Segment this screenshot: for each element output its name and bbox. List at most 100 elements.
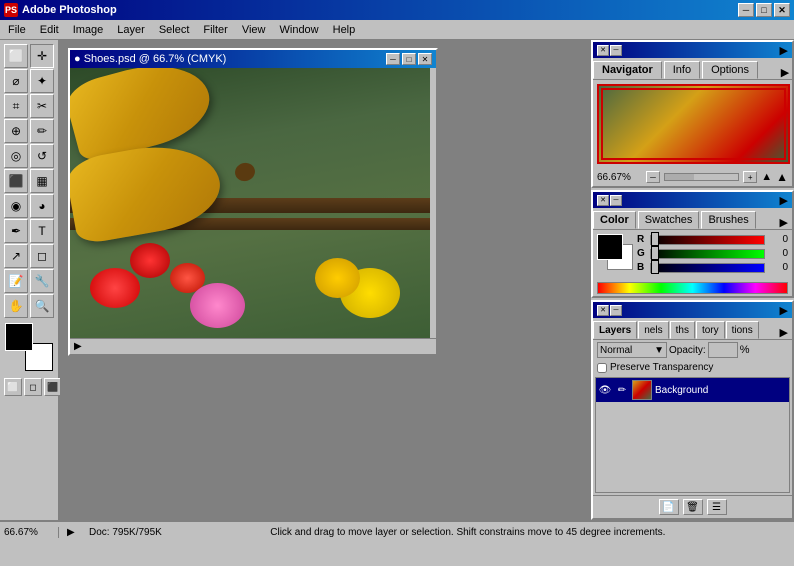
g-slider-fill xyxy=(651,250,764,258)
navigator-panel-expand[interactable]: ▶ xyxy=(780,44,788,57)
image-close-button[interactable]: ✕ xyxy=(418,53,432,65)
menu-image[interactable]: Image xyxy=(67,22,110,38)
color-tab-arrow[interactable]: ▶ xyxy=(780,216,792,229)
menu-edit[interactable]: Edit xyxy=(34,22,65,38)
hand-tool[interactable]: ✋ xyxy=(4,294,28,318)
fullscreen-with-menu[interactable]: ◻ xyxy=(24,378,42,396)
maximize-button[interactable]: □ xyxy=(756,3,772,17)
layer-brush-icon[interactable]: ✏ xyxy=(615,383,629,397)
tab-actions[interactable]: tions xyxy=(726,321,759,339)
menu-file[interactable]: File xyxy=(2,22,32,38)
layers-list: 👁 ✏ Background xyxy=(595,377,790,493)
blend-mode-dropdown[interactable]: Normal ▼ xyxy=(597,342,667,358)
navigator-panel-minimize[interactable]: ─ xyxy=(610,45,622,56)
dodge-tool[interactable]: ◕ xyxy=(30,194,54,218)
green-slider-row: G 0 xyxy=(637,248,788,259)
r-slider-thumb[interactable] xyxy=(651,232,659,246)
menu-layer[interactable]: Layer xyxy=(111,22,151,38)
standard-screen-mode[interactable]: ⬜ xyxy=(4,378,22,396)
minimize-button[interactable]: ─ xyxy=(738,3,754,17)
move-tool[interactable]: ✛ xyxy=(30,44,54,68)
color-fg-swatch[interactable] xyxy=(597,234,623,260)
g-slider-thumb[interactable] xyxy=(651,246,659,260)
eraser-tool[interactable]: ⬛ xyxy=(4,169,28,193)
image-minimize-button[interactable]: ─ xyxy=(386,53,400,65)
notes-tool[interactable]: 📝 xyxy=(4,269,28,293)
healing-tool[interactable]: ⊕ xyxy=(4,119,28,143)
image-controls: ─ □ ✕ xyxy=(386,53,432,65)
history-tool[interactable]: ↺ xyxy=(30,144,54,168)
b-slider-fill xyxy=(651,264,764,272)
lasso-tool[interactable]: ⌀ xyxy=(4,69,28,93)
image-window: ● Shoes.psd @ 66.7% (CMYK) ─ □ ✕ xyxy=(68,48,438,356)
close-button[interactable]: ✕ xyxy=(774,3,790,17)
magic-wand-tool[interactable]: ✦ xyxy=(30,69,54,93)
tab-brushes[interactable]: Brushes xyxy=(701,211,755,229)
preserve-transparency-checkbox[interactable] xyxy=(597,363,607,373)
image-maximize-button[interactable]: □ xyxy=(402,53,416,65)
layers-tab-arrow[interactable]: ▶ xyxy=(780,326,792,339)
tab-options[interactable]: Options xyxy=(702,61,758,79)
navigator-panel-controls: ✕ ─ xyxy=(597,45,622,56)
tab-color[interactable]: Color xyxy=(593,211,636,229)
navigator-tab-arrow[interactable]: ▶ xyxy=(778,65,792,79)
menu-window[interactable]: Window xyxy=(274,22,325,38)
menu-bar: File Edit Image Layer Select Filter View… xyxy=(0,20,794,40)
tab-navigator[interactable]: Navigator xyxy=(593,61,662,79)
eyedropper-tool[interactable]: 🔧 xyxy=(30,269,54,293)
opacity-input[interactable] xyxy=(708,342,738,358)
zoom-in-button[interactable]: + xyxy=(743,171,757,183)
tab-info[interactable]: Info xyxy=(664,61,700,79)
text-tool[interactable]: T xyxy=(30,219,54,243)
slice-tool[interactable]: ✂ xyxy=(30,94,54,118)
layer-row-background[interactable]: 👁 ✏ Background xyxy=(596,378,789,402)
tool-row-6: ⬛ ▦ xyxy=(4,169,54,193)
layers-panel-minimize[interactable]: ─ xyxy=(610,305,622,316)
blur-tool[interactable]: ◉ xyxy=(4,194,28,218)
delete-layer-button[interactable]: 🗑 xyxy=(683,499,703,515)
add-layer-button[interactable]: 📄 xyxy=(659,499,679,515)
zoom-slider[interactable] xyxy=(664,173,739,181)
tool-row-4: ⊕ ✏ xyxy=(4,119,54,143)
menu-view[interactable]: View xyxy=(236,22,272,38)
g-slider-track[interactable] xyxy=(650,249,765,259)
status-arrow-button[interactable]: ▶ xyxy=(67,527,81,538)
gradient-tool[interactable]: ▦ xyxy=(30,169,54,193)
tab-history[interactable]: tory xyxy=(696,321,725,339)
flower-red-2 xyxy=(130,243,170,278)
flower-yellow-2 xyxy=(315,258,360,298)
color-panel-expand[interactable]: ▶ xyxy=(780,194,788,207)
b-slider-track[interactable] xyxy=(650,263,765,273)
tab-layers[interactable]: Layers xyxy=(593,321,637,339)
zoom-out-button[interactable]: ─ xyxy=(646,171,660,183)
shape-tool[interactable]: ◻ xyxy=(30,244,54,268)
layers-panel-expand[interactable]: ▶ xyxy=(780,304,788,317)
color-panel-minimize[interactable]: ─ xyxy=(610,195,622,206)
brush-tool[interactable]: ✏ xyxy=(30,119,54,143)
foreground-color-swatch[interactable] xyxy=(5,323,33,351)
spectrum-bar[interactable] xyxy=(597,282,788,294)
clone-tool[interactable]: ◎ xyxy=(4,144,28,168)
r-slider-track[interactable] xyxy=(650,235,765,245)
crop-tool[interactable]: ⌗ xyxy=(4,94,28,118)
app-icon: PS xyxy=(4,3,18,17)
menu-select[interactable]: Select xyxy=(153,22,196,38)
layers-options: Normal ▼ Opacity: % xyxy=(593,340,792,360)
tab-swatches[interactable]: Swatches xyxy=(638,211,700,229)
tab-paths[interactable]: ths xyxy=(670,321,695,339)
navigator-panel-close[interactable]: ✕ xyxy=(597,45,609,56)
layer-options-button[interactable]: ☰ xyxy=(707,499,727,515)
status-zoom: 66.67% xyxy=(4,527,59,538)
b-slider-thumb[interactable] xyxy=(651,260,659,274)
menu-help[interactable]: Help xyxy=(327,22,362,38)
layer-visibility-icon[interactable]: 👁 xyxy=(598,383,612,397)
layers-panel-close[interactable]: ✕ xyxy=(597,305,609,316)
zoom-tool[interactable]: 🔍 xyxy=(30,294,54,318)
color-panel-close[interactable]: ✕ xyxy=(597,195,609,206)
tool-row-3: ⌗ ✂ xyxy=(4,94,54,118)
path-select-tool[interactable]: ↗ xyxy=(4,244,28,268)
tab-channels[interactable]: nels xyxy=(638,321,668,339)
pen-tool[interactable]: ✒ xyxy=(4,219,28,243)
marquee-tool[interactable]: ⬜ xyxy=(4,44,28,68)
menu-filter[interactable]: Filter xyxy=(197,22,233,38)
